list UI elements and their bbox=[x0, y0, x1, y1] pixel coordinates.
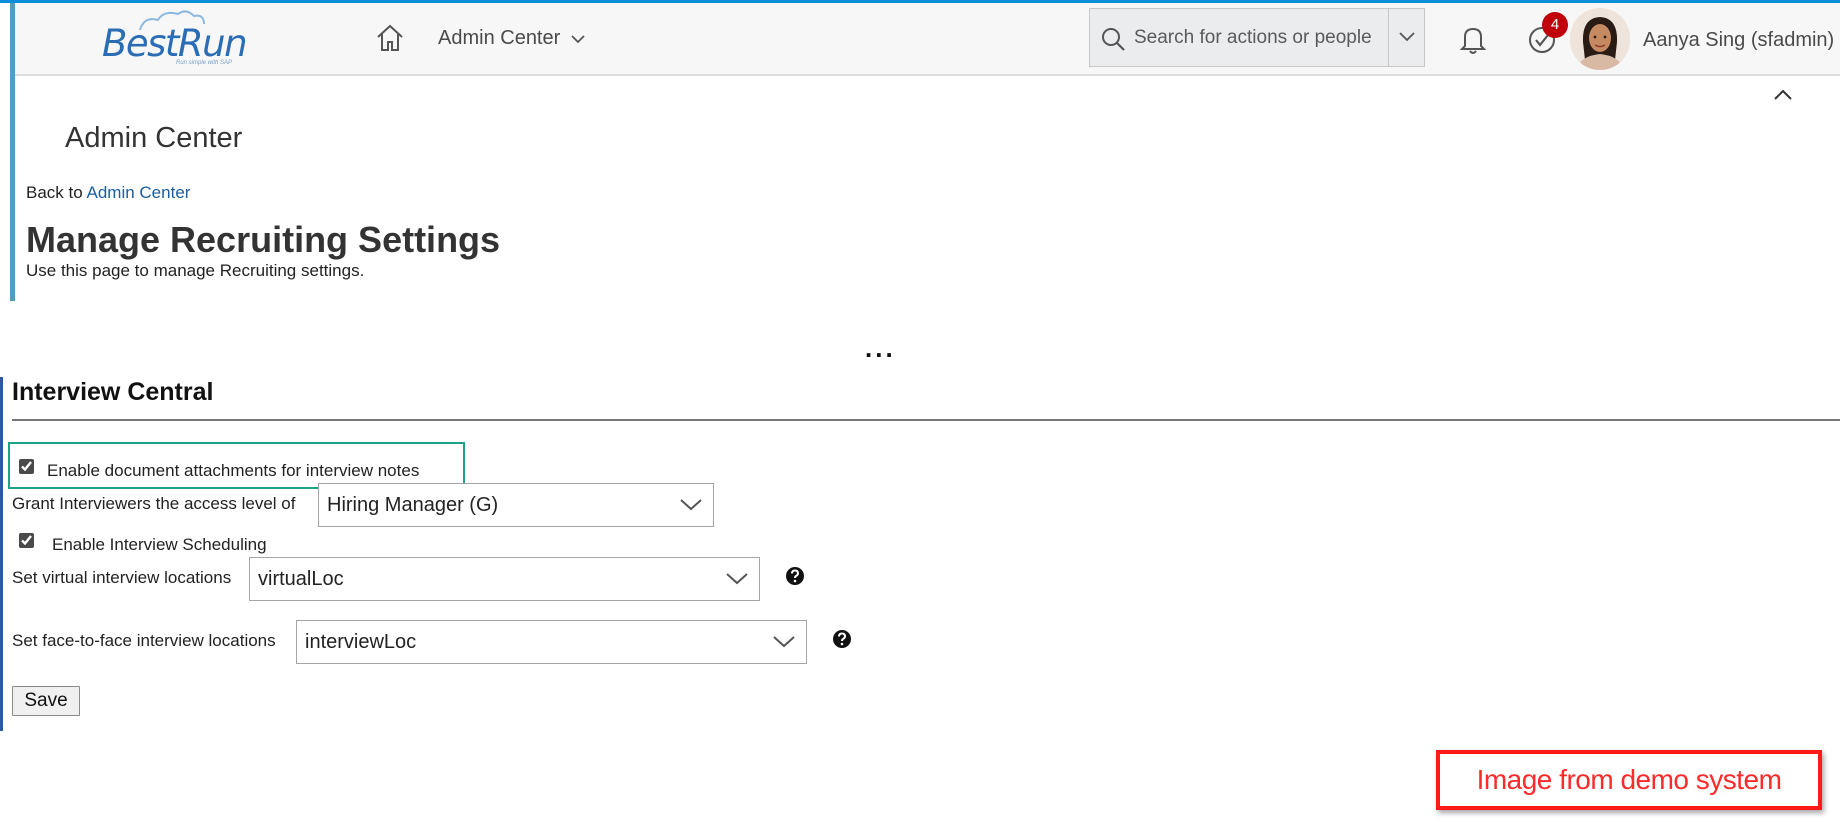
breadcrumb: Back to Admin Center bbox=[26, 183, 190, 203]
page-heading: Manage Recruiting Settings bbox=[26, 219, 501, 260]
search-icon bbox=[1102, 28, 1125, 51]
chevron-down-icon bbox=[773, 636, 795, 648]
logo-text: BestRun bbox=[102, 22, 248, 65]
f2f-locations-value: interviewLoc bbox=[305, 631, 417, 653]
chevron-up-icon[interactable] bbox=[1773, 88, 1793, 107]
f2f-locations-help-icon[interactable] bbox=[832, 629, 852, 654]
enable-scheduling-label: Enable Interview Scheduling bbox=[52, 535, 267, 554]
virtual-locations-help-icon[interactable] bbox=[785, 566, 805, 591]
grant-access-value: Hiring Manager (G) bbox=[327, 494, 499, 516]
chevron-down-icon bbox=[1399, 32, 1415, 42]
grant-access-select[interactable]: Hiring Manager (G) bbox=[318, 483, 714, 527]
shell-bar: BestRun Run simple with SAP Admin Center bbox=[15, 3, 1840, 76]
breadcrumb-prefix: Back to bbox=[26, 183, 83, 202]
f2f-locations-select[interactable]: interviewLoc bbox=[296, 620, 807, 664]
search-input[interactable] bbox=[1134, 9, 1384, 66]
page-description: Use this page to manage Recruiting setti… bbox=[26, 261, 365, 280]
page-title: Admin Center bbox=[65, 122, 243, 154]
avatar-portrait-icon bbox=[1570, 8, 1630, 70]
section-title: Interview Central bbox=[12, 378, 214, 406]
enable-attachments-checkbox[interactable] bbox=[19, 459, 34, 474]
search-scope-dropdown[interactable] bbox=[1389, 8, 1425, 67]
chevron-down-icon bbox=[726, 573, 748, 585]
virtual-locations-label: Set virtual interview locations bbox=[12, 568, 232, 587]
save-button[interactable]: Save bbox=[12, 686, 80, 716]
virtual-locations-select[interactable]: virtualLoc bbox=[249, 557, 760, 601]
f2f-locations-label: Set face-to-face interview locations bbox=[12, 631, 276, 650]
user-name[interactable]: Aanya Sing (sfadmin) bbox=[1643, 29, 1834, 52]
todo-count-badge: 4 bbox=[1542, 12, 1568, 38]
enable-scheduling-checkbox[interactable] bbox=[19, 533, 34, 548]
logo-tagline: Run simple with SAP bbox=[176, 60, 233, 66]
enable-attachments-label: Enable document attachments for intervie… bbox=[47, 461, 420, 480]
chevron-down-icon bbox=[571, 34, 585, 43]
admin-center-menu[interactable]: Admin Center bbox=[438, 27, 586, 50]
grant-access-label: Grant Interviewers the access level of bbox=[12, 494, 296, 513]
notifications-bell-icon[interactable] bbox=[1459, 25, 1487, 60]
demo-system-banner: Image from demo system bbox=[1436, 750, 1822, 810]
home-icon[interactable] bbox=[375, 23, 407, 55]
more-options-ellipsis[interactable]: ... bbox=[865, 333, 896, 364]
virtual-locations-value: virtualLoc bbox=[258, 568, 344, 590]
admin-center-menu-label: Admin Center bbox=[438, 27, 561, 49]
back-to-admin-center-link[interactable]: Admin Center bbox=[87, 183, 191, 202]
user-avatar[interactable] bbox=[1570, 8, 1630, 70]
search-field[interactable] bbox=[1089, 8, 1389, 67]
section-divider bbox=[12, 419, 1840, 421]
chevron-down-icon bbox=[680, 499, 702, 511]
section-accent-bar bbox=[0, 377, 3, 731]
bestrun-logo[interactable]: BestRun Run simple with SAP bbox=[100, 8, 250, 70]
